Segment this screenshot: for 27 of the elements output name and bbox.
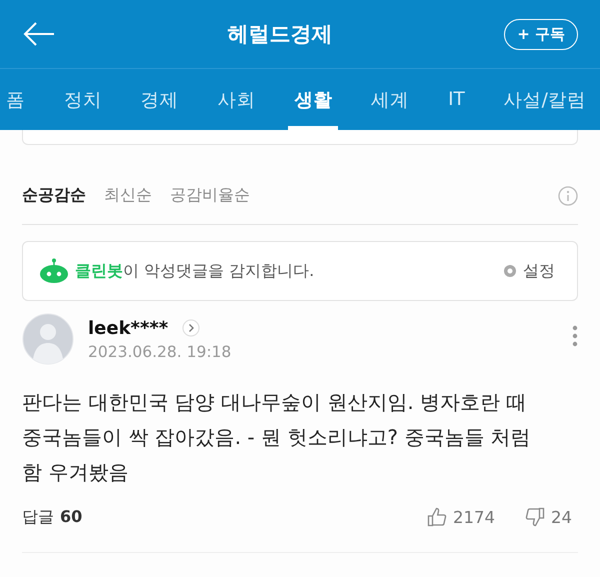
category-tab[interactable]: 사회 [212,69,262,130]
channel-title: 헤럴드경제 [226,21,334,48]
chevron-icon[interactable] [182,319,200,337]
sort-option[interactable]: 공감비율순 [170,185,250,206]
comment-text: 판다는 대한민국 담양 대나무숲이 원산지임. 병자호란 때 중국놈들이 싹 잡아갔음. - 뭔 헛소리냐고? 중국놈들 처럼 함 우겨봤음 [22,389,532,486]
subscribe-button[interactable]: + 구독 [504,18,578,50]
settings-button[interactable]: 설정 [495,260,561,282]
sort-option[interactable]: 순공감순 [22,185,86,206]
category-tab[interactable]: 세계 [365,69,416,130]
reply-button[interactable]: 답글 60 [22,506,82,528]
avatar [22,313,74,365]
like-button[interactable]: 2174 [421,506,501,528]
dislike-button[interactable]: 24 [519,506,578,528]
category-tab[interactable]: 경제 [134,69,185,130]
sort-option[interactable]: 최신순 [104,185,152,206]
category-tab[interactable]: 사설/칼럼 [498,69,592,130]
more-icon[interactable] [572,325,578,347]
username[interactable]: leek**** [88,318,168,338]
back-icon[interactable] [22,21,56,47]
cleanbot-message: 클린봇이 악성댓글을 감지합니다. [75,260,314,282]
thumbs-down-icon [525,507,545,527]
category-tab[interactable]: IT [442,69,471,130]
robot-icon [39,258,69,284]
comment-date: 2023.06.28. 19:18 [88,342,232,360]
thumbs-up-icon [427,507,447,527]
category-tab[interactable]: 정치 [58,69,108,130]
category-tab[interactable]: 폼 [0,69,31,130]
